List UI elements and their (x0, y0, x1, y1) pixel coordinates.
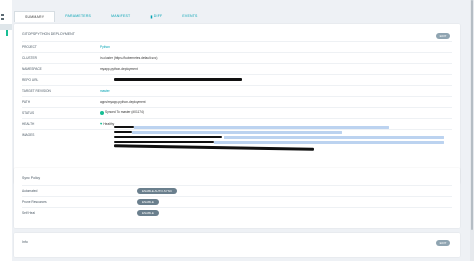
scrollbar-thumb[interactable] (471, 0, 473, 230)
image-highlight (132, 131, 342, 134)
image-highlight (214, 141, 444, 144)
info-title: Info (22, 240, 28, 244)
info-panel: Info EDIT (14, 233, 460, 257)
row-target-revision: TARGET REVISION master (22, 85, 452, 95)
tab-parameters[interactable]: PARAMETERS (55, 11, 101, 21)
diff-icon: ▮ (150, 13, 153, 19)
image-redacted (114, 126, 134, 128)
project-link[interactable]: Python (100, 45, 110, 49)
enable-prune-button[interactable]: ENABLE (137, 198, 159, 205)
menu-icon[interactable] (1, 14, 4, 16)
edit-button[interactable]: EDIT (436, 33, 450, 39)
row-status: STATUS Synced To master (#01174) (22, 107, 452, 117)
image-highlight (224, 136, 444, 139)
tab-diff[interactable]: ▮ DIFF (140, 11, 172, 21)
sync-policy-panel: Sync Policy Automated ENABLE AUTO-SYNC P… (14, 168, 460, 228)
scrollbar[interactable] (470, 0, 474, 261)
menu-icon-line (1, 18, 4, 20)
enable-auto-sync-button[interactable]: ENABLE AUTO-SYNC (137, 187, 178, 194)
tab-bar: SUMMARY PARAMETERS MANIFEST ▮ DIFF EVENTS (14, 11, 208, 22)
tab-manifest[interactable]: MANIFEST (101, 11, 140, 21)
nav-indicator (6, 30, 8, 36)
image-redacted (114, 136, 222, 138)
image-redacted (113, 144, 315, 151)
row-cluster: CLUSTER in-cluster (https://kubernetes.d… (22, 52, 452, 62)
summary-title: GITOPSPYTHON DEPLOYMENT (22, 32, 75, 36)
enable-self-heal-button[interactable]: ENABLE (137, 209, 159, 216)
synced-icon (100, 110, 104, 115)
row-prune-resources: Prune Resources ENABLE (22, 196, 452, 206)
image-redacted (114, 131, 132, 133)
row-automated: Automated ENABLE AUTO-SYNC (22, 185, 452, 195)
tab-events[interactable]: EVENTS (172, 11, 207, 21)
row-namespace: NAMESPACE myapp-python-deployment (22, 63, 452, 73)
sync-policy-title: Sync Policy (22, 176, 41, 180)
summary-panel: GITOPSPYTHON DEPLOYMENT EDIT PROJECT Pyt… (14, 24, 460, 184)
row-project: PROJECT Python (22, 41, 452, 51)
row-path: PATH apps/myapp-python-deployment (22, 96, 452, 106)
info-edit-button[interactable]: EDIT (436, 240, 450, 246)
image-redacted (114, 141, 214, 143)
left-nav (0, 0, 12, 261)
image-highlight (134, 126, 389, 129)
repo-url-redacted (114, 78, 242, 81)
tab-summary[interactable]: SUMMARY (14, 11, 56, 22)
row-self-heal: Self Heal ENABLE (22, 207, 452, 217)
